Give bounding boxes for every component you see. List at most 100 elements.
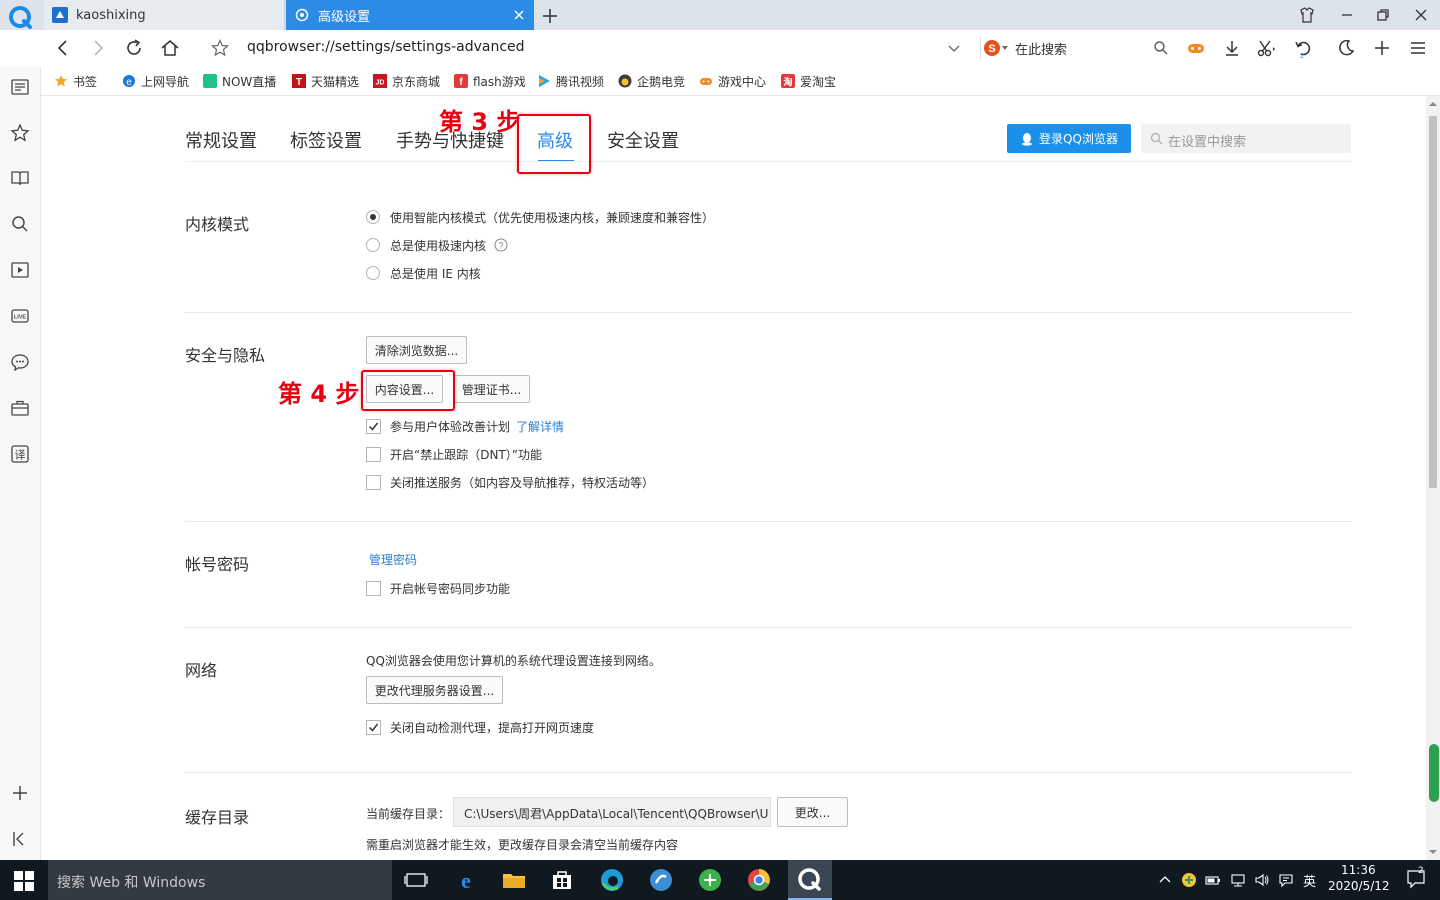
checkbox-checked[interactable] — [366, 418, 381, 434]
bookmark-item-bookmarks[interactable]: 书签 — [54, 72, 97, 90]
sogou-app-icon[interactable] — [647, 866, 675, 894]
ux-program-checkbox-row[interactable]: 参与用户体验改善计划 了解详情 — [366, 417, 564, 435]
kernel-option-blink[interactable]: 总是使用极速内核 ? — [366, 236, 508, 254]
bookmark-item-nav[interactable]: e 上网导航 — [122, 72, 189, 90]
action-center-message-icon[interactable] — [1278, 872, 1294, 888]
bookmark-star-icon[interactable] — [210, 38, 230, 58]
back-icon[interactable] — [53, 38, 73, 58]
reading-list-icon[interactable] — [10, 77, 30, 97]
radio-selected[interactable] — [366, 210, 380, 224]
qq-browser-logo-icon[interactable] — [8, 5, 34, 31]
tab-security-settings[interactable]: 安全设置 — [607, 127, 679, 153]
address-dropdown-chevron-icon[interactable] — [944, 38, 964, 58]
clock-date[interactable]: 2020/5/12 — [1328, 879, 1390, 893]
bookmark-item-jd[interactable]: JD 京东商城 — [373, 72, 440, 90]
menu-hamburger-icon[interactable] — [1408, 38, 1428, 58]
bookmark-item-tencent-video[interactable]: 腾讯视频 — [537, 72, 604, 90]
edge-browser-icon[interactable] — [598, 866, 626, 894]
browser-tab-advanced-settings[interactable]: 高级设置 — [286, 0, 534, 30]
tab-close-icon[interactable] — [512, 8, 526, 22]
store-bag-icon[interactable] — [548, 866, 576, 894]
settings-search-input[interactable]: 在设置中搜索 — [1141, 124, 1351, 153]
login-qq-browser-button[interactable]: 登录QQ浏览器 — [1007, 124, 1131, 153]
input-method-indicator[interactable]: 英 — [1303, 871, 1316, 890]
volume-speaker-icon[interactable] — [1254, 872, 1270, 888]
favorites-star-icon[interactable] — [10, 123, 30, 143]
skin-shirt-icon[interactable] — [1298, 6, 1316, 24]
green-app-icon[interactable] — [696, 866, 724, 894]
night-mode-moon-icon[interactable] — [1336, 38, 1356, 58]
battery-power-icon[interactable] — [1205, 872, 1221, 888]
bookmark-item-flash-games[interactable]: f flash游戏 — [454, 72, 526, 90]
browser-tab-kaoshixing[interactable]: kaoshixing — [44, 0, 285, 30]
sidebar-search-icon[interactable] — [10, 214, 30, 234]
change-cache-dir-button[interactable]: 更改... — [777, 797, 848, 827]
bookmark-item-ai-taobao[interactable]: 淘 爱淘宝 — [781, 72, 836, 90]
engine-dropdown-icon[interactable] — [1002, 45, 1008, 51]
toolbox-briefcase-icon[interactable] — [10, 398, 30, 418]
video-player-icon[interactable] — [10, 260, 30, 280]
add-plus-icon[interactable] — [1372, 38, 1392, 58]
sogou-search-engine-icon[interactable]: S — [983, 39, 1001, 57]
tab-tab-settings[interactable]: 标签设置 — [290, 127, 362, 153]
radio-unselected[interactable] — [366, 238, 380, 252]
manage-certificates-button[interactable]: 管理证书... — [453, 375, 530, 403]
auto-detect-proxy-checkbox-row[interactable]: 关闭自动检测代理，提高打开网页速度 — [366, 718, 594, 736]
chat-bubble-icon[interactable] — [10, 352, 30, 372]
network-icon[interactable] — [1230, 872, 1246, 888]
forward-icon[interactable] — [88, 38, 108, 58]
bookmark-item-now-live[interactable]: NOW直播 — [203, 72, 276, 90]
translate-icon[interactable]: 译 — [10, 444, 30, 464]
learn-more-link[interactable]: 了解详情 — [516, 418, 564, 435]
checkbox-unchecked[interactable] — [366, 474, 381, 490]
search-box[interactable]: S 在此搜索 — [980, 36, 1171, 60]
game-controller-icon[interactable] — [1186, 38, 1206, 58]
scrollbar-thumb[interactable] — [1429, 116, 1437, 488]
book-reader-icon[interactable] — [10, 168, 30, 188]
clock-time[interactable]: 11:36 — [1341, 863, 1376, 877]
search-icon[interactable] — [1153, 40, 1169, 56]
notifications-icon[interactable]: 2 — [1406, 866, 1426, 890]
undo-close-tab-icon[interactable]: 2 — [1294, 38, 1314, 58]
bookmark-item-tmall[interactable]: T 天猫精选 — [292, 72, 359, 90]
chrome-style-browser-icon[interactable] — [745, 866, 773, 894]
checkbox-unchecked[interactable] — [366, 446, 381, 462]
close-window-icon[interactable] — [1412, 6, 1430, 24]
qq-browser-taskbar-button[interactable] — [788, 860, 832, 900]
restore-window-icon[interactable] — [1374, 6, 1392, 24]
tray-green-plus-icon[interactable] — [1181, 872, 1197, 888]
kernel-option-smart[interactable]: 使用智能内核模式（优先使用极速内核，兼顾速度和兼容性） — [366, 208, 714, 226]
scroll-up-arrow-icon[interactable] — [1429, 100, 1437, 108]
tab-general-settings[interactable]: 常规设置 — [185, 127, 257, 153]
screenshot-scissors-icon[interactable] — [1256, 38, 1276, 58]
live-icon[interactable]: LIVE — [10, 306, 30, 326]
task-view-icon[interactable] — [402, 866, 430, 894]
checkbox-checked[interactable] — [366, 719, 381, 735]
password-sync-checkbox-row[interactable]: 开启帐号密码同步功能 — [366, 579, 510, 597]
bookmark-item-game-center[interactable]: 游戏中心 — [699, 72, 766, 90]
file-explorer-folder-icon[interactable] — [500, 866, 528, 894]
clear-browsing-data-button[interactable]: 清除浏览数据... — [366, 336, 467, 364]
side-widget-handle[interactable] — [1429, 744, 1439, 802]
help-question-icon[interactable]: ? — [494, 238, 508, 252]
download-icon[interactable] — [1222, 38, 1242, 58]
change-proxy-settings-button[interactable]: 更改代理服务器设置... — [366, 676, 503, 704]
windows-start-icon[interactable] — [14, 871, 34, 891]
manage-passwords-link[interactable]: 管理密码 — [369, 551, 417, 568]
kernel-option-ie[interactable]: 总是使用 IE 内核 — [366, 264, 481, 282]
scroll-down-arrow-icon[interactable] — [1429, 848, 1437, 856]
radio-unselected[interactable] — [366, 266, 380, 280]
sidebar-add-plus-icon[interactable] — [10, 783, 30, 803]
new-tab-plus-icon[interactable] — [540, 6, 560, 26]
checkbox-unchecked[interactable] — [366, 580, 381, 596]
push-service-checkbox-row[interactable]: 关闭推送服务（如内容及导航推荐，特权活动等） — [366, 473, 654, 491]
address-bar-url[interactable]: qqbrowser://settings/settings-advanced — [247, 39, 525, 55]
taskbar-search-box[interactable]: 搜索 Web 和 Windows — [48, 860, 392, 900]
home-icon[interactable] — [160, 38, 180, 58]
collapse-sidebar-icon[interactable] — [10, 829, 30, 849]
reload-icon[interactable] — [124, 38, 144, 58]
ie-browser-icon[interactable]: e — [452, 866, 480, 894]
bookmark-item-esports[interactable]: 企鹅电竞 — [618, 72, 685, 90]
dnt-checkbox-row[interactable]: 开启“禁止跟踪（DNT）”功能 — [366, 445, 542, 463]
minimize-icon[interactable] — [1338, 6, 1356, 24]
